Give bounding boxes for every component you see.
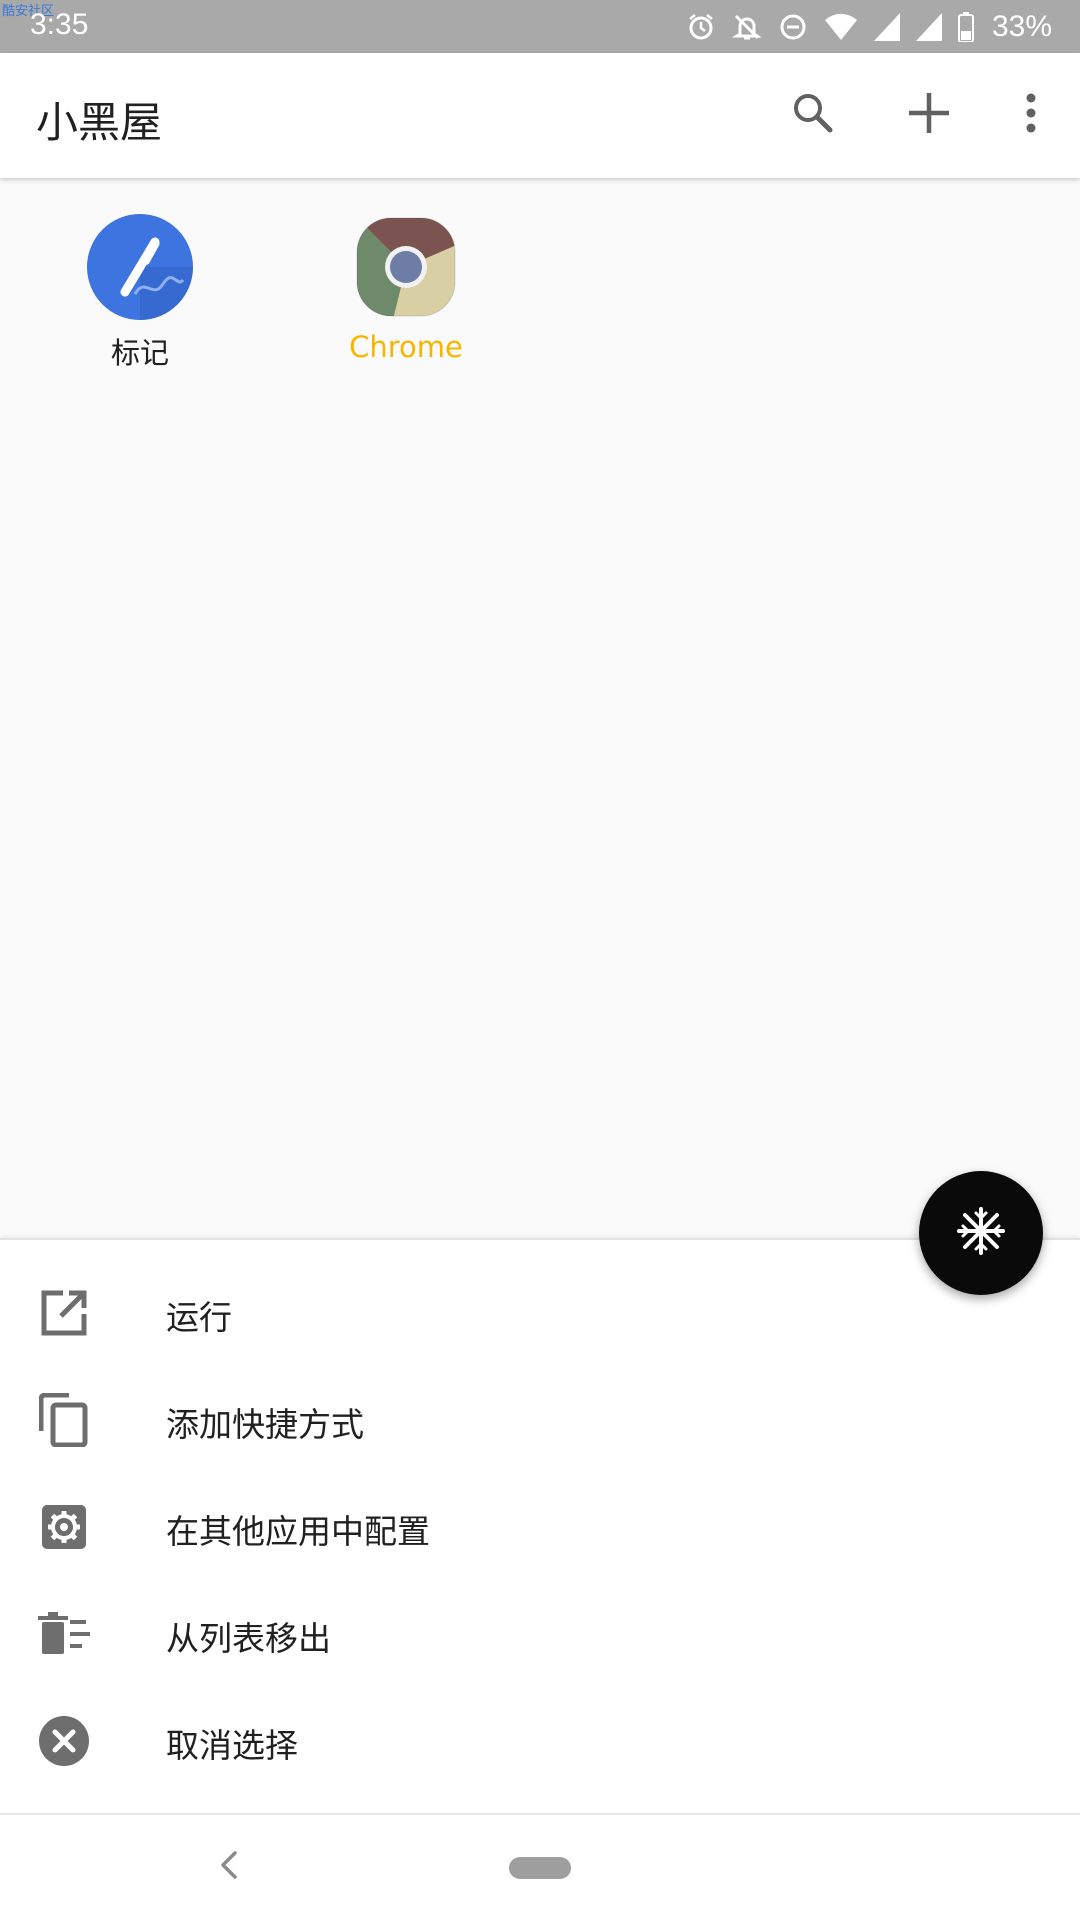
menu-item-configure[interactable]: 在其他应用中配置 bbox=[0, 1473, 1080, 1580]
battery-icon bbox=[957, 12, 974, 42]
freeze-fab-button[interactable] bbox=[919, 1171, 1043, 1295]
dnd-icon bbox=[778, 12, 808, 42]
app-label-selected: Chrome bbox=[349, 330, 463, 364]
app-label: 标记 bbox=[110, 336, 169, 370]
app-item-marker[interactable]: 标记 bbox=[40, 214, 240, 372]
signal-icon bbox=[915, 13, 942, 41]
back-icon[interactable] bbox=[215, 1845, 245, 1885]
search-button[interactable] bbox=[781, 83, 845, 147]
battery-percent: 33% bbox=[991, 10, 1052, 43]
app-bar: 小黑屋 bbox=[0, 53, 1080, 178]
menu-label: 取消选择 bbox=[166, 1726, 298, 1765]
add-button[interactable] bbox=[897, 83, 961, 147]
menu-label: 在其他应用中配置 bbox=[166, 1512, 430, 1551]
menu-item-add-shortcut[interactable]: 添加快捷方式 bbox=[0, 1366, 1080, 1473]
app-item-chrome[interactable]: Chrome bbox=[306, 214, 506, 364]
open-in-new-icon bbox=[36, 1285, 92, 1341]
wifi-icon bbox=[824, 12, 858, 42]
menu-item-deselect[interactable]: 取消选择 bbox=[0, 1687, 1080, 1794]
menu-label: 从列表移出 bbox=[166, 1619, 331, 1658]
settings-box-icon bbox=[36, 1499, 92, 1555]
snowflake-icon bbox=[957, 1207, 1005, 1259]
more-vert-icon bbox=[1025, 93, 1037, 137]
app-grid: 标记 Chrome bbox=[0, 178, 1080, 1238]
bell-off-icon bbox=[731, 12, 762, 42]
status-icons: 33% bbox=[686, 9, 1052, 45]
menu-item-remove[interactable]: 从列表移出 bbox=[0, 1580, 1080, 1687]
navigation-bar bbox=[0, 1813, 1080, 1922]
alarm-icon bbox=[686, 12, 716, 42]
delete-sweep-icon bbox=[36, 1606, 92, 1662]
signal-icon bbox=[873, 13, 900, 41]
marker-app-icon bbox=[87, 214, 193, 320]
chrome-app-icon bbox=[353, 214, 459, 320]
cancel-circle-icon bbox=[36, 1713, 92, 1769]
search-icon bbox=[791, 91, 835, 139]
home-pill[interactable] bbox=[509, 1857, 571, 1879]
menu-item-run[interactable]: 运行 bbox=[0, 1259, 1080, 1366]
menu-label: 添加快捷方式 bbox=[166, 1405, 364, 1444]
status-time: 3:35 bbox=[30, 8, 89, 41]
status-bar: 酷安社区 3:35 33% bbox=[0, 0, 1080, 53]
more-options-button[interactable] bbox=[999, 83, 1063, 147]
page-title: 小黑屋 bbox=[36, 98, 163, 147]
menu-label: 运行 bbox=[166, 1298, 232, 1337]
copy-icon bbox=[36, 1392, 92, 1448]
add-icon bbox=[907, 91, 951, 139]
